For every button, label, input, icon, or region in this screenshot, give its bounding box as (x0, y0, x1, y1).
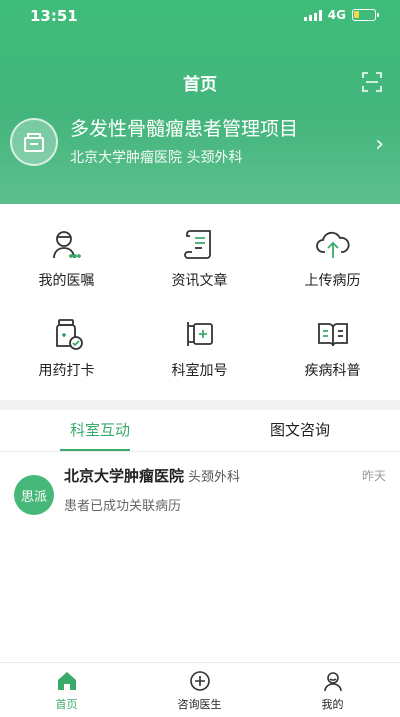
tab-department-interaction[interactable]: 科室互动 (0, 410, 200, 452)
status-indicators: 4G (303, 8, 379, 22)
active-tab-indicator (60, 449, 130, 451)
section-divider (0, 400, 400, 410)
nav-label: 首页 (55, 698, 78, 711)
scan-icon[interactable] (362, 72, 382, 92)
grid-label: 上传病历 (304, 273, 361, 289)
network-label: 4G (327, 8, 346, 22)
plus-circle-icon (189, 671, 210, 691)
grid-label: 我的医嘱 (38, 273, 95, 289)
doctor-icon (52, 231, 81, 259)
status-time: 13:51 (30, 7, 78, 25)
page-title: 首页 (183, 75, 217, 95)
clinic-plus-icon (186, 322, 213, 346)
medicine-bottle-icon (55, 319, 83, 350)
open-book-icon (317, 323, 348, 347)
user-icon (323, 672, 342, 692)
grid-item-disease-education[interactable]: 疾病科普 (266, 294, 399, 384)
scroll-icon (183, 230, 211, 259)
message-hospital: 北京大学肿瘤医院 (64, 467, 185, 485)
message-time: 昨天 (361, 469, 386, 483)
chevron-right-icon: › (375, 132, 384, 157)
grid-item-doctor-orders[interactable]: 我的医嘱 (0, 204, 133, 294)
message-text: 患者已成功关联病历 (64, 499, 182, 514)
grid-label: 资讯文章 (171, 273, 228, 289)
grid-item-clinic-appointment[interactable]: 科室加号 (133, 294, 266, 384)
nav-label: 我的 (321, 698, 344, 711)
home-icon (57, 672, 76, 690)
project-title: 多发性骨髓瘤患者管理项目 (70, 118, 299, 140)
signal-icon (303, 9, 322, 21)
header: 13:51 4G 首页 多发性骨髓瘤患者管理项目 北京大学肿瘤医院 头颈外科 › (0, 0, 400, 204)
bottom-nav: 首页 咨询医生 我的 (0, 662, 400, 717)
nav-item-home[interactable]: 首页 (0, 663, 133, 717)
avatar: 思派 (14, 475, 54, 515)
feature-grid: 我的医嘱 资讯文章 上传病历 用药打卡 科室加号 疾病科普 (0, 204, 400, 400)
message-department: 头颈外科 (188, 470, 241, 485)
grid-item-articles[interactable]: 资讯文章 (133, 204, 266, 294)
nav-item-profile[interactable]: 我的 (266, 663, 399, 717)
grid-item-upload-records[interactable]: 上传病历 (266, 204, 399, 294)
message-title: 北京大学肿瘤医院 头颈外科 (64, 465, 240, 486)
nav-label: 咨询医生 (177, 698, 222, 711)
battery-icon (352, 9, 379, 21)
grid-label: 科室加号 (171, 363, 228, 379)
tab-text-consultation[interactable]: 图文咨询 (200, 410, 400, 452)
tab-bar: 科室互动 图文咨询 (0, 410, 400, 452)
nav-item-consult-doctor[interactable]: 咨询医生 (133, 663, 266, 717)
message-item[interactable]: 思派 北京大学肿瘤医院 头颈外科 昨天 患者已成功关联病历 (0, 455, 400, 525)
project-card[interactable]: 多发性骨髓瘤患者管理项目 北京大学肿瘤医院 头颈外科 › (10, 112, 390, 176)
grid-item-medication-checkin[interactable]: 用药打卡 (0, 294, 133, 384)
project-logo-icon (10, 118, 58, 166)
cloud-upload-icon (315, 231, 350, 258)
grid-label: 疾病科普 (304, 363, 361, 379)
project-subtitle: 北京大学肿瘤医院 头颈外科 (70, 150, 243, 166)
grid-label: 用药打卡 (38, 363, 95, 379)
